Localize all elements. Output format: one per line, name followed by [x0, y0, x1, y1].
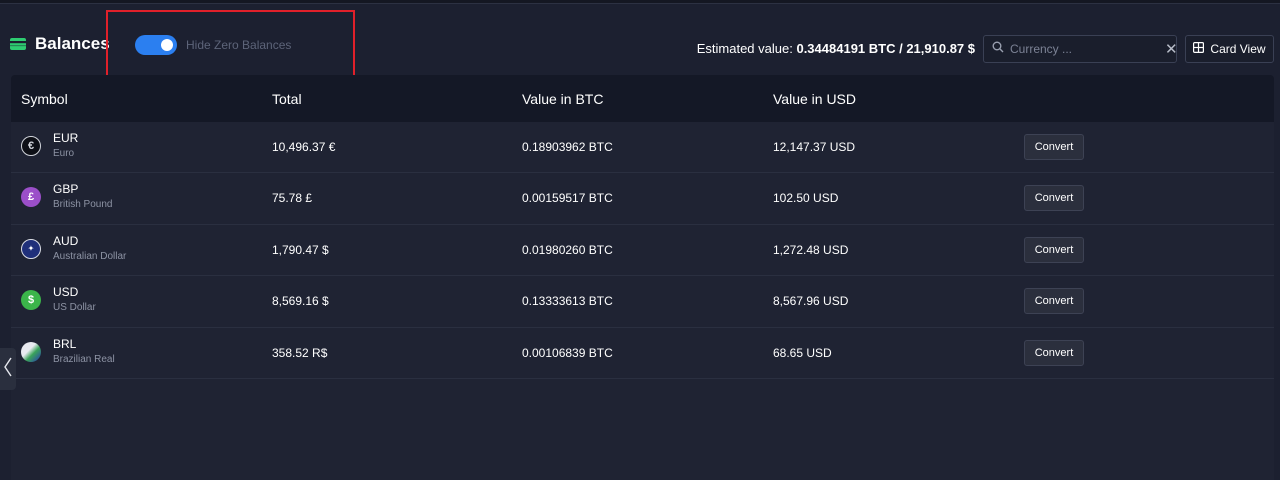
- symbol-cell: £ GBP British Pound: [21, 182, 112, 210]
- convert-button[interactable]: Convert: [1024, 134, 1084, 160]
- table-row: £ GBP British Pound 75.78 £ 0.00159517 B…: [11, 173, 1274, 225]
- estimated-value: Estimated value: 0.34484191 BTC / 21,910…: [697, 41, 975, 56]
- collapse-sidebar-button[interactable]: [0, 348, 16, 390]
- symbol-code: GBP: [53, 182, 79, 197]
- table-row: ✦ AUD Australian Dollar 1,790.47 $ 0.019…: [11, 225, 1274, 277]
- symbol-cell: $ USD US Dollar: [21, 285, 96, 313]
- header-total: Total: [272, 91, 302, 107]
- table-header: Symbol Total Value in BTC Value in USD: [11, 75, 1274, 122]
- total-cell: 1,790.47 $: [272, 242, 329, 257]
- usd-value-cell: 68.65 USD: [773, 345, 832, 360]
- brazil-flag-icon: [21, 341, 41, 362]
- currency-search[interactable]: ✕: [983, 35, 1178, 63]
- highlight-annotation: [106, 10, 355, 78]
- total-cell: 358.52 R$: [272, 345, 328, 360]
- symbol-code: AUD: [53, 233, 79, 248]
- btc-value-cell: 0.00106839 BTC: [522, 345, 613, 360]
- search-icon: [992, 40, 1004, 58]
- wallet-icon: [10, 38, 26, 50]
- estimated-amount: 0.34484191 BTC / 21,910.87 $: [796, 41, 975, 56]
- usd-value-cell: 12,147.37 USD: [773, 140, 856, 154]
- convert-button[interactable]: Convert: [1024, 185, 1084, 212]
- table-row: BRL Brazilian Real 358.52 R$ 0.00106839 …: [11, 328, 1274, 379]
- estimated-label: Estimated value:: [696, 41, 793, 56]
- dollar-coin-icon: $: [21, 290, 41, 311]
- convert-button[interactable]: Convert: [1024, 339, 1084, 366]
- btc-value-cell: 0.13333613 BTC: [522, 294, 613, 309]
- symbol-name: Euro: [53, 148, 75, 159]
- symbol-code: EUR: [53, 131, 79, 145]
- symbol-code: USD: [53, 285, 79, 300]
- btc-value-cell: 0.00159517 BTC: [522, 191, 613, 206]
- symbol-name: US Dollar: [53, 302, 96, 314]
- usd-value-cell: 102.50 USD: [773, 191, 839, 206]
- card-view-button[interactable]: Card View: [1185, 35, 1274, 63]
- total-cell: 10,496.37 €: [272, 140, 336, 154]
- symbol-cell: € EUR Euro: [21, 131, 78, 159]
- symbol-name: Brazilian Real: [53, 353, 115, 365]
- header-symbol: Symbol: [21, 91, 68, 107]
- symbol-cell: BRL Brazilian Real: [21, 337, 115, 365]
- grid-icon: [1193, 42, 1205, 56]
- header-value-btc: Value in BTC: [522, 91, 604, 107]
- convert-button[interactable]: Convert: [1024, 288, 1084, 315]
- page-title: Balances: [35, 34, 110, 53]
- symbol-code: BRL: [53, 336, 77, 351]
- header-value-usd: Value in USD: [773, 91, 857, 107]
- euro-coin-icon: €: [21, 136, 41, 156]
- convert-button[interactable]: Convert: [1024, 236, 1084, 263]
- btc-value-cell: 0.01980260 BTC: [522, 242, 613, 257]
- australia-flag-icon: ✦: [21, 238, 41, 259]
- title-group: Balances: [10, 34, 110, 54]
- usd-value-cell: 1,272.48 USD: [773, 242, 849, 257]
- btc-value-cell: 0.18903962 BTC: [522, 140, 613, 154]
- chevron-left-icon: [3, 356, 13, 383]
- usd-value-cell: 8,567.96 USD: [773, 294, 849, 309]
- card-view-label: Card View: [1210, 42, 1266, 56]
- total-cell: 75.78 £: [272, 191, 313, 206]
- clear-icon[interactable]: ✕: [1165, 42, 1178, 57]
- total-cell: 8,569.16 $: [272, 294, 329, 309]
- symbol-cell: ✦ AUD Australian Dollar: [21, 234, 126, 262]
- table-row: € EUR Euro 10,496.37 € 0.18903962 BTC 12…: [11, 122, 1274, 174]
- symbol-name: British Pound: [53, 199, 113, 211]
- symbol-name: Australian Dollar: [53, 250, 127, 262]
- search-input[interactable]: [1010, 42, 1165, 56]
- pound-coin-icon: £: [21, 187, 41, 208]
- balances-table: Symbol Total Value in BTC Value in USD €…: [11, 75, 1274, 480]
- table-row: $ USD US Dollar 8,569.16 $ 0.13333613 BT…: [11, 276, 1274, 328]
